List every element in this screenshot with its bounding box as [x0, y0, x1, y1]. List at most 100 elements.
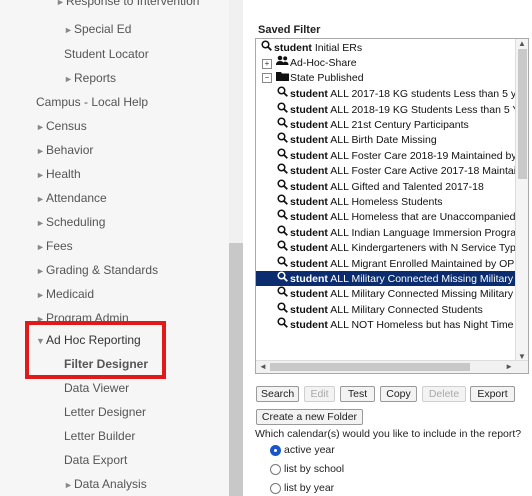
sidebar-item-grading-standards[interactable]: ►Grading & Standards — [36, 259, 158, 281]
magnifier-icon — [274, 256, 290, 272]
sidebar-item-fees[interactable]: ►Fees — [36, 235, 73, 257]
tree-filter-item-selected[interactable]: student ALL Military Connected Missing M… — [256, 271, 528, 287]
magnifier-icon — [274, 225, 290, 241]
tree-filter-item[interactable]: student ALL Foster Care Active 2017-18 M… — [256, 163, 528, 179]
sidebar-item-special-ed[interactable]: ►Special Ed — [64, 18, 131, 40]
magnifier-icon — [274, 317, 290, 333]
tree-vertical-scrollbar-thumb[interactable] — [518, 49, 527, 179]
edit-button[interactable]: Edit — [304, 386, 335, 402]
tree-filter-item[interactable]: student ALL Foster Care 2018-19 Maintain… — [256, 148, 528, 164]
radio-list-by-school[interactable]: list by school — [270, 463, 344, 475]
radio-unchecked-icon[interactable] — [270, 482, 281, 494]
folder-icon — [274, 71, 290, 86]
sidebar-item-letter-builder[interactable]: Letter Builder — [64, 425, 135, 447]
sidebar-item-behavior[interactable]: ►Behavior — [36, 139, 93, 161]
radio-list-by-year[interactable]: list by year — [270, 482, 334, 494]
sidebar-item-response-to-intervention[interactable]: ►Response to Intervention — [56, 0, 199, 12]
sidebar-item-filter-designer[interactable]: Filter Designer — [64, 353, 148, 375]
tree-vertical-scrollbar[interactable]: ▲ ▼ — [515, 39, 528, 373]
tree-filter-item[interactable]: student ALL 2017-18 KG students Less tha… — [256, 86, 528, 102]
magnifier-icon — [274, 240, 290, 256]
saved-filter-label: Saved Filter — [258, 24, 321, 36]
calendar-question-label: Which calendar(s) would you like to incl… — [255, 428, 522, 440]
arrow-right-icon: ► — [64, 25, 73, 35]
tree-filter-item[interactable]: student ALL Military Connected Students — [256, 302, 528, 318]
magnifier-icon — [274, 302, 290, 318]
arrow-right-icon: ► — [36, 314, 45, 324]
arrow-right-icon: ► — [56, 0, 65, 7]
magnifier-icon — [274, 271, 290, 287]
tree-filter-item[interactable]: student ALL Military Connected Missing M… — [256, 286, 528, 302]
filter-designer-panel: Saved Filter student Initial ERs + Ad-Hoc… — [243, 0, 532, 496]
magnifier-icon — [274, 117, 290, 133]
sidebar-item-medicaid[interactable]: ►Medicaid — [36, 283, 94, 305]
tree-filter-item[interactable]: student ALL 2018-19 KG Students Less tha… — [256, 102, 528, 118]
tree-horizontal-scrollbar[interactable]: ◄ ► — [256, 360, 528, 373]
scroll-up-icon[interactable]: ▲ — [518, 39, 526, 48]
magnifier-icon — [274, 132, 290, 148]
radio-unchecked-icon[interactable] — [270, 463, 281, 475]
sidebar-item-census[interactable]: ►Census — [36, 115, 87, 137]
sidebar-item-ad-hoc-reporting[interactable]: ▼Ad Hoc Reporting — [36, 329, 141, 351]
tree-filter-item[interactable]: student ALL Gifted and Talented 2017-18 — [256, 179, 528, 194]
tree-folder-state-published[interactable]: − State Published — [262, 71, 528, 86]
tree-filter-item[interactable]: student ALL Indian Language Immersion Pr… — [256, 225, 528, 241]
arrow-right-icon: ► — [36, 194, 45, 204]
arrow-right-icon: ► — [36, 242, 45, 252]
sidebar-item-attendance[interactable]: ►Attendance — [36, 187, 107, 209]
tree-folder-ad-hoc-share[interactable]: + Ad-Hoc-Share — [262, 55, 528, 71]
sidebar-item-data-viewer[interactable]: Data Viewer — [64, 377, 129, 399]
magnifier-icon — [274, 86, 290, 102]
search-button[interactable]: Search — [256, 386, 299, 402]
sidebar-item-letter-designer[interactable]: Letter Designer — [64, 401, 146, 423]
users-icon — [274, 55, 290, 71]
sidebar-item-scheduling[interactable]: ►Scheduling — [36, 211, 105, 233]
create-folder-button[interactable]: Create a new Folder — [256, 409, 363, 425]
expand-plus-icon[interactable]: + — [262, 58, 272, 69]
magnifier-icon — [274, 163, 290, 179]
tree-filter-item[interactable]: student ALL Kindergarteners with N Servi… — [256, 240, 528, 256]
sidebar-item-campus-local-help[interactable]: Campus - Local Help — [36, 91, 148, 113]
radio-checked-icon[interactable] — [270, 444, 281, 456]
sidebar-item-student-locator[interactable]: Student Locator — [64, 43, 149, 65]
tree-filter-item[interactable]: student ALL Migrant Enrolled Maintained … — [256, 256, 528, 272]
copy-button[interactable]: Copy — [380, 386, 417, 402]
sidebar-nav: ►Response to Intervention ►Special Ed St… — [0, 0, 230, 496]
magnifier-icon — [274, 286, 290, 302]
tree-filter-item[interactable]: student ALL NOT Homeless but has Night T… — [256, 317, 528, 333]
export-button[interactable]: Export — [470, 386, 515, 402]
tree-filter-item[interactable]: student ALL 21st Century Participants — [256, 117, 528, 133]
tree-filter-item[interactable]: student ALL Homeless Students — [256, 194, 528, 210]
arrow-right-icon: ► — [36, 146, 45, 156]
collapse-minus-icon[interactable]: − — [262, 73, 272, 84]
magnifier-icon — [258, 40, 274, 56]
magnifier-icon — [274, 102, 290, 118]
tree-horizontal-scrollbar-thumb[interactable] — [270, 363, 470, 371]
magnifier-icon — [274, 209, 290, 225]
arrow-right-icon: ► — [36, 266, 45, 276]
magnifier-icon — [274, 148, 290, 164]
sidebar-item-health[interactable]: ►Health — [36, 163, 81, 185]
arrow-right-icon: ► — [36, 218, 45, 228]
sidebar-item-reports[interactable]: ►Reports — [64, 67, 116, 89]
test-button[interactable]: Test — [340, 386, 375, 402]
scroll-left-icon[interactable]: ◄ — [259, 362, 267, 371]
tree-filter-item[interactable]: student ALL Homeless that are Unaccompan… — [256, 209, 528, 225]
delete-button[interactable]: Delete — [422, 386, 466, 402]
radio-active-year[interactable]: active year — [270, 444, 335, 456]
magnifier-icon — [274, 194, 290, 210]
arrow-right-icon: ► — [36, 290, 45, 300]
sidebar-item-data-export[interactable]: Data Export — [64, 449, 127, 471]
arrow-right-icon: ► — [64, 74, 73, 84]
tree-filter-item[interactable]: student ALL Birth Date Missing — [256, 132, 528, 148]
sidebar-scrollbar-thumb[interactable] — [229, 243, 243, 496]
arrow-right-icon: ► — [36, 122, 45, 132]
scroll-right-icon[interactable]: ► — [505, 362, 513, 371]
arrow-right-icon: ► — [64, 480, 73, 490]
arrow-right-icon: ► — [36, 170, 45, 180]
tree-root-item[interactable]: student Initial ERs — [258, 40, 528, 56]
sidebar-item-data-analysis[interactable]: ►Data Analysis — [64, 473, 147, 495]
sidebar-item-program-admin[interactable]: ►Program Admin — [36, 307, 129, 329]
arrow-down-icon: ▼ — [36, 336, 45, 346]
saved-filter-tree[interactable]: student Initial ERs + Ad-Hoc-Share − State… — [255, 38, 529, 374]
